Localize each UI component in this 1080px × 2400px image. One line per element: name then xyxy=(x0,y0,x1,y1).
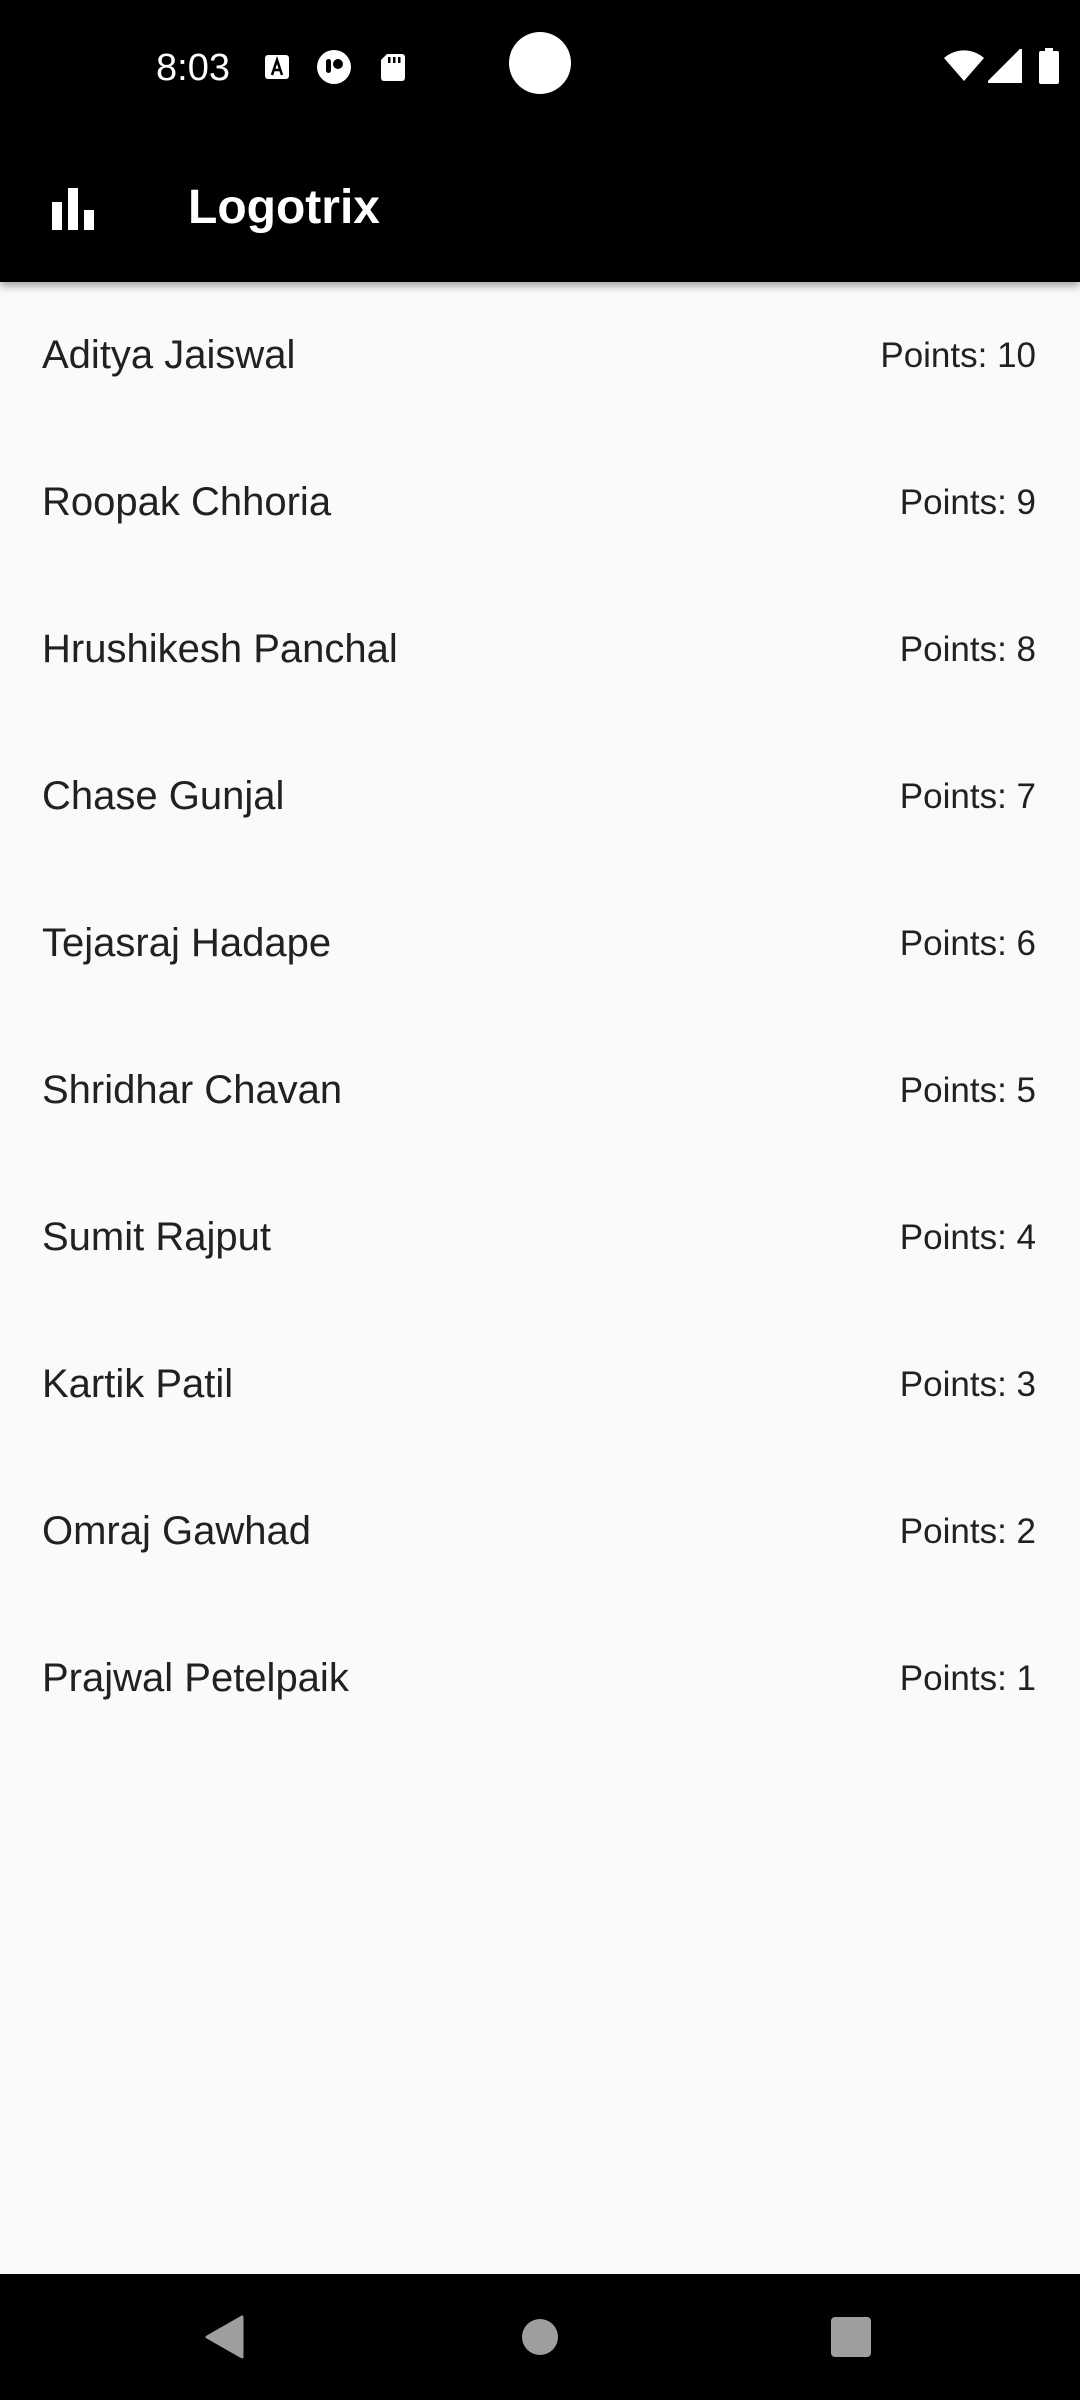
player-points: Points: 8 xyxy=(899,630,1036,669)
player-name: Hrushikesh Panchal xyxy=(42,627,398,671)
notification-app-icon xyxy=(317,50,351,84)
player-name: Aditya Jaiswal xyxy=(42,333,296,377)
status-time: 8:03 xyxy=(156,47,230,89)
player-name: Prajwal Petelpaik xyxy=(42,1656,349,1700)
list-item[interactable]: Prajwal Petelpaik Points: 1 xyxy=(0,1605,1080,1752)
list-item[interactable]: Roopak Chhoria Points: 9 xyxy=(0,429,1080,576)
leaderboard-list: Aditya Jaiswal Points: 10 Roopak Chhoria… xyxy=(0,282,1080,1752)
leaderboard-content: Aditya Jaiswal Points: 10 Roopak Chhoria… xyxy=(0,282,1080,2274)
player-name: Omraj Gawhad xyxy=(42,1509,311,1553)
player-name: Sumit Rajput xyxy=(42,1215,271,1259)
camera-cutout xyxy=(509,32,571,94)
player-points: Points: 2 xyxy=(899,1512,1036,1551)
player-name: Kartik Patil xyxy=(42,1362,234,1406)
player-points: Points: 9 xyxy=(899,483,1036,522)
player-points: Points: 6 xyxy=(899,924,1036,963)
app-bar: Logotrix xyxy=(0,134,1080,282)
navigation-bar xyxy=(0,2274,1080,2400)
player-name: Tejasraj Hadape xyxy=(42,921,332,965)
text-a-icon xyxy=(265,55,289,79)
recents-icon[interactable] xyxy=(816,2302,886,2372)
cellular-signal-icon xyxy=(988,49,1022,83)
player-points: Points: 10 xyxy=(880,336,1036,375)
phone-screen: 8:03 Logotrix Aditya Jaiswal Points: 10 … xyxy=(0,0,1080,2400)
list-item[interactable]: Chase Gunjal Points: 7 xyxy=(0,723,1080,870)
player-name: Shridhar Chavan xyxy=(42,1068,343,1112)
player-points: Points: 4 xyxy=(899,1218,1036,1257)
leaderboard-icon[interactable] xyxy=(52,188,94,230)
list-item[interactable]: Kartik Patil Points: 3 xyxy=(0,1311,1080,1458)
list-item[interactable]: Tejasraj Hadape Points: 6 xyxy=(0,870,1080,1017)
list-item[interactable]: Omraj Gawhad Points: 2 xyxy=(0,1458,1080,1605)
status-bar: 8:03 xyxy=(0,0,1080,134)
player-points: Points: 7 xyxy=(899,777,1036,816)
battery-icon xyxy=(1039,48,1059,84)
player-name: Roopak Chhoria xyxy=(42,480,332,524)
home-icon[interactable] xyxy=(505,2302,575,2372)
player-points: Points: 5 xyxy=(899,1071,1036,1110)
list-item[interactable]: Sumit Rajput Points: 4 xyxy=(0,1164,1080,1311)
sd-card-icon xyxy=(381,54,405,81)
list-item[interactable]: Shridhar Chavan Points: 5 xyxy=(0,1017,1080,1164)
player-points: Points: 1 xyxy=(899,1659,1036,1698)
player-name: Chase Gunjal xyxy=(42,774,285,818)
app-title: Logotrix xyxy=(188,181,380,234)
wifi-icon xyxy=(944,50,984,81)
list-item[interactable]: Aditya Jaiswal Points: 10 xyxy=(0,282,1080,429)
back-icon[interactable] xyxy=(190,2302,260,2372)
player-points: Points: 3 xyxy=(899,1365,1036,1404)
list-item[interactable]: Hrushikesh Panchal Points: 8 xyxy=(0,576,1080,723)
